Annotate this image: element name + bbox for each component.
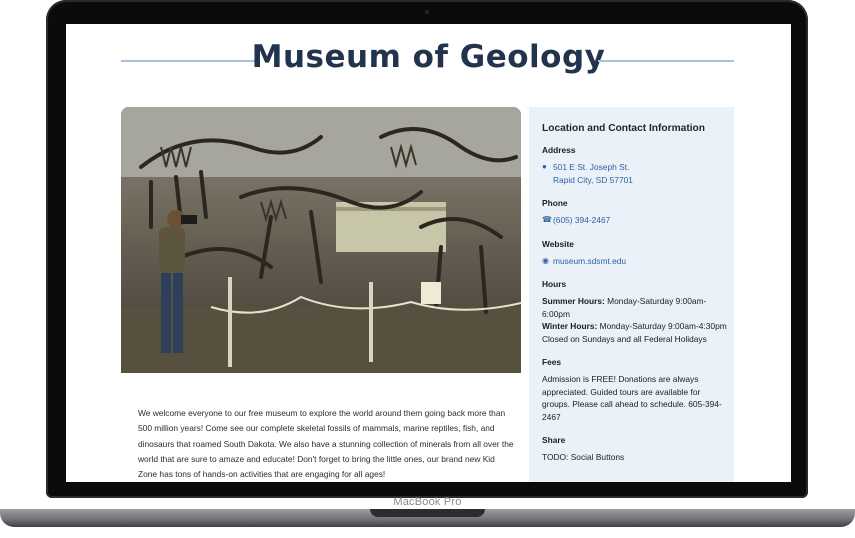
fossil-exhibit-image bbox=[121, 107, 521, 373]
website-section: Website ◉ museum.sdsmt.edu bbox=[542, 239, 727, 268]
laptop-notch bbox=[370, 509, 485, 517]
title-rule-right bbox=[598, 60, 734, 62]
website-heading: Website bbox=[542, 238, 574, 249]
share-section: Share TODO: Social Buttons bbox=[542, 435, 727, 464]
map-pin-icon: ● bbox=[542, 162, 547, 171]
hero-photo bbox=[121, 107, 521, 373]
phone-link[interactable]: (605) 394-2467 bbox=[553, 214, 610, 227]
address-line1: 501 E St. Joseph St. bbox=[553, 162, 630, 172]
website-link[interactable]: museum.sdsmt.edu bbox=[553, 255, 626, 268]
hours-heading: Hours bbox=[542, 279, 567, 289]
address-line2: Rapid City, SD 57701 bbox=[553, 174, 633, 185]
summer-hours-label: Summer Hours: bbox=[542, 296, 605, 306]
fees-heading: Fees bbox=[542, 357, 562, 367]
sidebar-title: Location and Contact Information bbox=[542, 123, 705, 134]
phone-section: Phone ☎ (605) 394-2467 bbox=[542, 198, 727, 227]
address-heading: Address bbox=[542, 145, 576, 155]
share-placeholder: TODO: Social Buttons bbox=[542, 452, 625, 462]
page-title: Museum of Geology bbox=[251, 39, 606, 75]
fees-section: Fees Admission is FREE! Donations are al… bbox=[542, 357, 727, 423]
browser-screen: Museum of Geology We welcome everyone to… bbox=[66, 24, 791, 482]
summer-hours: Summer Hours: Monday-Saturday 9:00am-6:0… bbox=[542, 295, 727, 320]
fees-text: Admission is FREE! Donations are always … bbox=[542, 374, 722, 422]
closed-note: Closed on Sundays and all Federal Holida… bbox=[542, 333, 707, 344]
webcam bbox=[425, 10, 429, 14]
contact-sidebar: Location and Contact Information Address… bbox=[529, 107, 734, 482]
phone-icon: ☎ bbox=[542, 215, 552, 224]
device-label: MacBook Pro bbox=[393, 496, 462, 508]
hours-section: Hours Summer Hours: Monday-Saturday 9:00… bbox=[542, 279, 727, 345]
address-section: Address ● 501 E St. Joseph St. Rapid Cit… bbox=[542, 145, 727, 186]
address-link[interactable]: 501 E St. Joseph St. Rapid City, SD 5770… bbox=[553, 161, 633, 186]
intro-paragraph: We welcome everyone to our free museum t… bbox=[138, 408, 514, 480]
share-heading: Share bbox=[542, 435, 566, 445]
winter-hours-value: Monday-Saturday 9:00am-4:30pm bbox=[597, 321, 727, 331]
page-header: Museum of Geology bbox=[66, 39, 791, 81]
globe-icon: ◉ bbox=[542, 255, 549, 265]
phone-heading: Phone bbox=[542, 198, 568, 208]
winter-hours-label: Winter Hours: bbox=[542, 321, 598, 331]
winter-hours: Winter Hours: Monday-Saturday 9:00am-4:3… bbox=[542, 320, 727, 333]
